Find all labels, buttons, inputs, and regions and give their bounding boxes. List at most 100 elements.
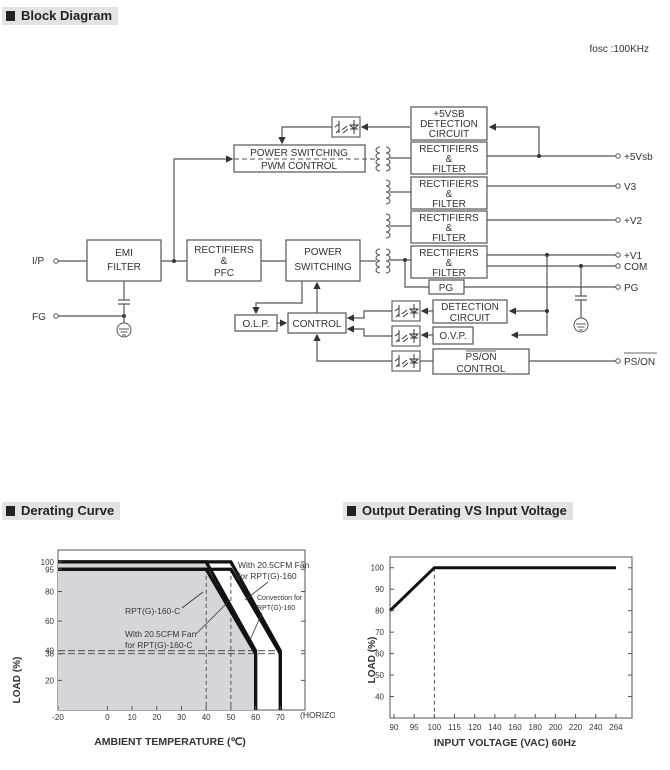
x-tick-label: 60 — [251, 713, 260, 722]
y-tick-label: 70 — [375, 628, 384, 637]
output-v1-label: +V1 — [624, 251, 643, 262]
bullet-icon — [6, 506, 15, 516]
derating-y-axis-label: LOAD (%) — [12, 657, 23, 704]
bullet-icon — [347, 506, 356, 516]
pg-block: PG — [428, 279, 465, 295]
svg-text:FILTER: FILTER — [432, 268, 466, 279]
rectifier-filter-block-5vsb: RECTIFIERS & FILTER — [410, 141, 488, 175]
x-tick-label: 20 — [152, 713, 161, 722]
y-tick-label: 80 — [45, 587, 54, 596]
annotation-convection: Convection for — [257, 595, 303, 602]
x-tick-label: 95 — [410, 723, 419, 732]
input-ip-label: I/P — [32, 256, 45, 267]
control-block: CONTROL — [287, 312, 347, 334]
svg-text:O.L.P.: O.L.P. — [242, 319, 269, 330]
svg-text:PS/ON: PS/ON — [465, 352, 496, 363]
power-switching-block: POWER SWITCHING — [285, 239, 361, 282]
x-tick-label: 100 — [428, 723, 442, 732]
y-tick-label: 90 — [375, 585, 384, 594]
output-derating-header: Output Derating VS Input Voltage — [343, 502, 573, 520]
transformer-icon — [385, 179, 391, 205]
derating-x-axis-label: AMBIENT TEMPERATURE (℃) — [94, 736, 246, 748]
x-tick-label: 120 — [468, 723, 482, 732]
derating-curve-title: Derating Curve — [21, 503, 115, 518]
y-tick-label: 20 — [45, 676, 54, 685]
rectifier-filter-block-v3: RECTIFIERS & FILTER — [410, 176, 488, 210]
x-tick-label: 0 — [105, 713, 110, 722]
transformer-icon — [375, 248, 391, 274]
derating-curve-header: Derating Curve — [2, 502, 121, 520]
output-5vsb-label: +5Vsb — [624, 152, 653, 163]
x-tick-label: 30 — [177, 713, 186, 722]
optocoupler-icon — [391, 325, 421, 347]
svg-text:EMI: EMI — [115, 248, 133, 259]
output-v3-label: V3 — [624, 182, 637, 193]
vsb-detection-block: +5VSB DETECTION CIRCUIT — [410, 106, 488, 141]
x-tick-label: 50 — [226, 713, 235, 722]
input-fg-label: FG — [32, 312, 46, 323]
x-tick-label: 90 — [390, 723, 399, 732]
svg-text:DETECTION: DETECTION — [441, 302, 499, 313]
x-tick-label: 264 — [609, 723, 623, 732]
output-v2-label: +V2 — [624, 216, 643, 227]
svg-text:FILTER: FILTER — [432, 164, 466, 175]
ground-icon — [573, 317, 589, 333]
x-tick-label: 200 — [549, 723, 563, 732]
svg-text:CIRCUIT: CIRCUIT — [429, 129, 470, 140]
block-diagram: fosc :100KHz I/P FG EMI FILTER RECTIFIER… — [32, 44, 657, 375]
y-tick-label: 40 — [45, 647, 54, 656]
transformer-icon — [385, 213, 391, 239]
derating-chart: 203840608095100-20 0 10 20 30 40 50 60 70 RPT(G)… — [12, 549, 335, 748]
x-tick-label: 160 — [508, 723, 522, 732]
ovp-block: O.V.P. — [432, 326, 474, 345]
fosc-label: fosc :100KHz — [590, 44, 649, 55]
x-tick-label: 240 — [589, 723, 603, 732]
optocoupler-icon — [331, 116, 361, 138]
svg-text:O.V.P.: O.V.P. — [439, 331, 466, 342]
svg-text:FILTER: FILTER — [107, 262, 141, 273]
olp-block: O.L.P. — [234, 314, 278, 332]
x-tick-label: 140 — [488, 723, 502, 732]
svg-text:CONTROL: CONTROL — [293, 319, 342, 330]
x-tick-label: 40 — [202, 713, 211, 722]
y-tick-label: 100 — [371, 564, 385, 573]
svg-text:PWM CONTROL: PWM CONTROL — [261, 161, 338, 172]
output-com-label: COM — [624, 262, 647, 273]
svg-text:CIRCUIT: CIRCUIT — [450, 313, 491, 324]
svg-text:FILTER: FILTER — [432, 199, 466, 210]
pson-control-block: PS/ON CONTROL — [432, 348, 530, 375]
y-tick-label: 40 — [375, 693, 384, 702]
svg-text:CONTROL: CONTROL — [457, 364, 506, 375]
x-tick-label: 220 — [569, 723, 583, 732]
x-tick-label: 10 — [128, 713, 137, 722]
svg-text:&: & — [221, 256, 228, 267]
x-tick-label: 70 — [276, 713, 285, 722]
annotation-rpt-c: RPT(G)-160-C — [125, 606, 180, 616]
output-terminals — [615, 153, 621, 364]
svg-text:POWER SWITCHING: POWER SWITCHING — [250, 148, 348, 159]
output-pson-label: PS/ON — [624, 357, 655, 368]
svg-text:POWER: POWER — [304, 247, 342, 258]
input-fg-terminal — [53, 313, 59, 319]
output-derating-title: Output Derating VS Input Voltage — [362, 503, 567, 518]
x-tick-label: -20 — [52, 713, 64, 722]
voltage-plot-frame — [389, 556, 633, 719]
transformer-icon — [375, 146, 391, 172]
svg-text:FILTER: FILTER — [432, 233, 466, 244]
rectifiers-pfc-block: RECTIFIERS & PFC — [186, 239, 262, 282]
rectifier-filter-block-v2: RECTIFIERS & FILTER — [410, 210, 488, 244]
x-tick-label: 115 — [448, 723, 461, 732]
y-tick-label: 80 — [375, 607, 384, 616]
annotation-fan-c: With 20.5CFM Fan — [125, 629, 197, 639]
annotation-fan: With 20.5CFM Fan — [238, 560, 310, 570]
svg-text:SWITCHING: SWITCHING — [294, 262, 351, 273]
optocoupler-icon — [391, 350, 421, 372]
annotation-fan-c: for RPT(G)-160-C — [125, 640, 193, 650]
svg-text:PFC: PFC — [214, 268, 234, 279]
annotation-fan: for RPT(G)-160 — [238, 571, 297, 581]
voltage-chart: 40506070809010090 95 100 115 120 140 160 180 200… — [367, 556, 633, 749]
output-pg-label: PG — [624, 283, 639, 294]
optocoupler-icon — [391, 300, 421, 322]
svg-text:PG: PG — [439, 283, 454, 294]
rectifier-filter-block-v1: RECTIFIERS & FILTER — [410, 245, 488, 279]
